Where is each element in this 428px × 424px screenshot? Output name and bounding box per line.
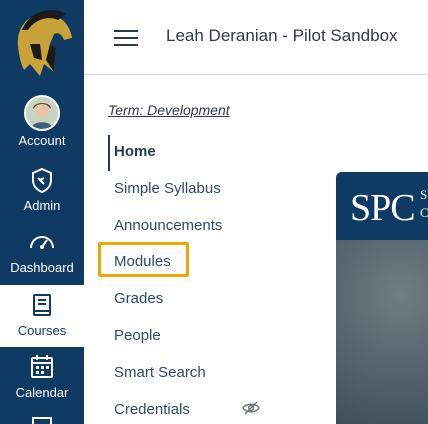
course-header: Leah Deranian - Pilot Sandbox [84, 0, 428, 75]
banner-photo [336, 240, 428, 424]
nav-courses[interactable]: Courses [0, 285, 84, 347]
dashboard-icon [30, 236, 54, 249]
hamburger-menu-button[interactable] [114, 28, 138, 48]
global-nav: Account Admin Dashboard Courses Calendar [0, 0, 84, 424]
spc-logo-text: SPC [350, 187, 416, 229]
nav-dashboard-label: Dashboard [10, 260, 74, 275]
nav-calendar[interactable]: Calendar [0, 347, 84, 409]
course-title-breadcrumb[interactable]: Leah Deranian - Pilot Sandbox [166, 26, 398, 46]
hamburger-line [114, 37, 138, 39]
spc-logo-sub-bottom: C [420, 205, 428, 220]
inbox-icon [32, 417, 52, 424]
nav-admin-label: Admin [23, 198, 61, 213]
course-nav-credentials[interactable]: Credentials [114, 401, 190, 418]
course-nav-modules[interactable]: Modules [114, 253, 171, 270]
course-nav-announcements[interactable]: Announcements [114, 217, 222, 234]
nav-admin[interactable]: Admin [0, 160, 84, 222]
course-nav-people[interactable]: People [114, 327, 161, 344]
spartan-helmet-logo[interactable] [0, 0, 84, 86]
nav-account[interactable]: Account [0, 88, 84, 150]
hamburger-line [114, 44, 138, 46]
spc-logo-sub-top: S [420, 187, 428, 202]
course-nav-smart-search[interactable]: Smart Search [114, 364, 206, 381]
course-nav-grades[interactable]: Grades [114, 290, 163, 307]
nav-courses-label: Courses [17, 323, 67, 338]
avatar [24, 95, 60, 131]
hamburger-line [114, 30, 138, 32]
canvas-app: Account Admin Dashboard Courses Calendar… [0, 0, 428, 424]
calendar-icon [31, 355, 53, 378]
course-banner-image: SPC S C [336, 172, 428, 424]
banner-header: SPC S C [336, 172, 428, 240]
shield-icon [32, 167, 52, 194]
course-nav-home[interactable]: Home [114, 143, 156, 160]
selected-indicator [108, 135, 110, 171]
nav-dashboard[interactable]: Dashboard [0, 222, 84, 284]
eye-slash-icon [242, 401, 260, 415]
course-nav-simple-syllabus[interactable]: Simple Syllabus [114, 180, 221, 197]
book-icon [33, 294, 51, 316]
nav-account-label: Account [18, 133, 66, 148]
term-label: Term: Development [108, 102, 230, 118]
nav-inbox-partial[interactable] [0, 410, 84, 424]
nav-calendar-label: Calendar [15, 385, 69, 400]
